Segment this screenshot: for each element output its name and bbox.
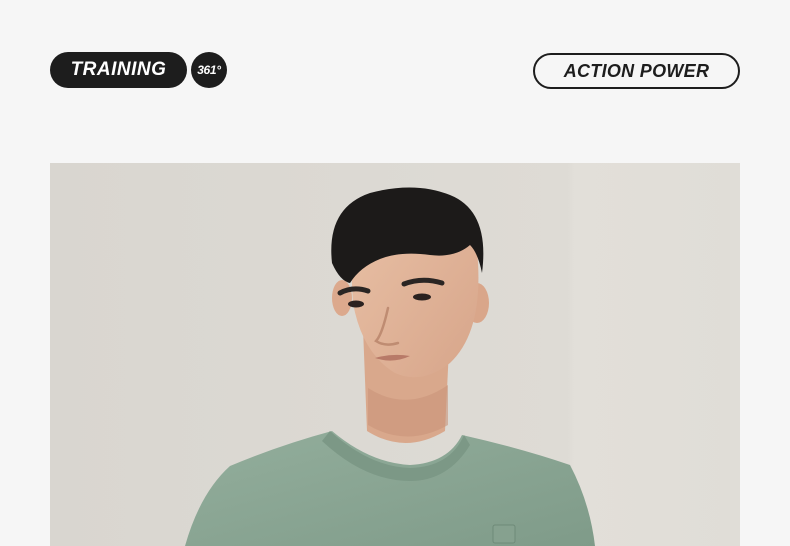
action-power-badge: ACTION POWER — [533, 53, 740, 89]
product-photo — [50, 163, 740, 546]
model-illustration — [50, 163, 740, 546]
brand-logo-badge: 361° — [191, 52, 227, 88]
training-badge: TRAINING — [50, 52, 187, 88]
header-bar: TRAINING 361° ACTION POWER — [50, 52, 740, 89]
